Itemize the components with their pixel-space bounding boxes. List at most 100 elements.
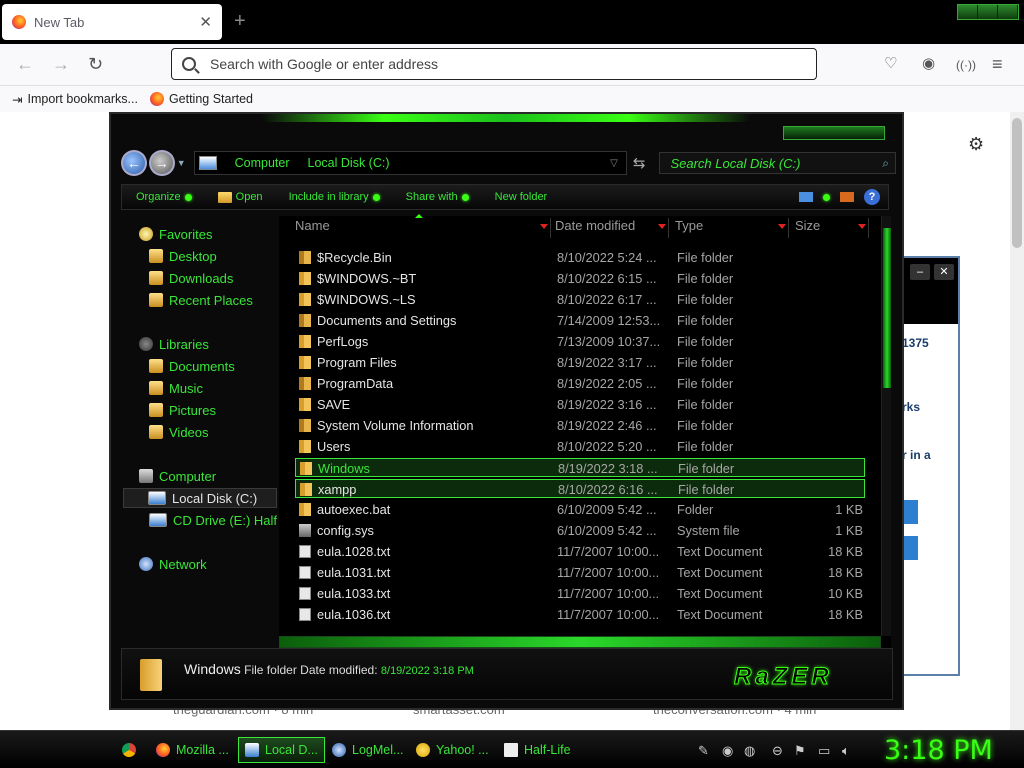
background-window-button[interactable] (902, 536, 918, 560)
taskbar-item-yahoo[interactable]: Yahoo! ... (410, 737, 495, 763)
breadcrumb-computer[interactable]: Computer (235, 156, 290, 170)
column-size[interactable]: Size (781, 218, 869, 238)
pocket-icon[interactable]: ♡ (884, 54, 897, 72)
account-icon[interactable]: ◉ (922, 54, 935, 72)
clock[interactable]: 3:18 PM (884, 735, 993, 766)
table-row[interactable]: ProgramData 8/19/2022 2:05 ... File folder (295, 374, 865, 393)
forward-arrow-icon[interactable]: → (52, 54, 70, 75)
nav-local-disk[interactable]: Local Disk (C:) (123, 488, 277, 508)
forward-arrow-icon[interactable]: → (148, 150, 175, 176)
table-row[interactable]: eula.1033.txt 11/7/2007 10:00... Text Docu… (295, 584, 865, 603)
nav-videos[interactable]: Videos (149, 422, 209, 442)
horizontal-scrollbar[interactable] (279, 636, 881, 648)
chrome-taskbar-button[interactable] (116, 737, 142, 763)
menu-icon[interactable]: ≡ (992, 54, 1003, 75)
refresh-icon[interactable]: ⇆ (633, 154, 646, 172)
nav-pictures[interactable]: Pictures (149, 400, 216, 420)
file-date: 8/19/2022 3:18 ... (558, 461, 658, 476)
table-row[interactable]: Windows 8/19/2022 3:18 ... File folder (295, 458, 865, 477)
taskbar-item-mozilla[interactable]: Mozilla ... (150, 737, 235, 763)
dropdown-dot-icon[interactable] (823, 193, 830, 201)
reload-icon[interactable]: ↻ (88, 54, 103, 75)
tab-close-icon[interactable]: ✕ (199, 13, 212, 31)
table-row[interactable]: eula.1036.txt 11/7/2007 10:00... Text Docu… (295, 605, 865, 624)
background-window-button[interactable] (902, 500, 918, 524)
nav-libraries[interactable]: Libraries (139, 334, 209, 354)
search-icon[interactable]: ⌕ (882, 156, 889, 171)
breadcrumb-local-disk[interactable]: Local Disk (C:) (308, 156, 390, 170)
bookmark-import[interactable]: ⇥ Import bookmarks... (12, 92, 138, 107)
help-icon[interactable]: ? (864, 189, 880, 205)
extension-icon[interactable]: ((·)) (956, 58, 976, 72)
table-row[interactable]: eula.1031.txt 11/7/2007 10:00... Text Docu… (295, 563, 865, 582)
volume-icon[interactable]: 🔈︎ (842, 743, 850, 759)
chat-icon[interactable]: ⊖ (772, 743, 783, 759)
background-window[interactable]: – ✕ 1375 rks r in a (900, 256, 960, 676)
table-row[interactable]: autoexec.bat 6/10/2009 5:42 ... Folder 1 KB (295, 500, 865, 519)
nav-cd-drive[interactable]: CD Drive (E:) Half- (149, 510, 277, 530)
display-icon[interactable]: ▭ (818, 743, 830, 759)
nav-computer[interactable]: Computer (139, 466, 216, 486)
table-row[interactable]: xampp 8/10/2022 6:16 ... File folder (295, 479, 865, 498)
table-row[interactable]: $WINDOWS.~LS 8/10/2022 6:17 ... File folde… (295, 290, 865, 309)
address-bar[interactable]: Computer Local Disk (C:) ▽ (193, 151, 627, 175)
chevron-down-icon[interactable] (858, 224, 866, 229)
table-row[interactable]: System Volume Information 8/19/2022 2:46 … (295, 416, 865, 435)
taskbar-item-half-life[interactable]: Half-Life (498, 737, 577, 763)
column-type[interactable]: Type (661, 218, 789, 238)
flag-icon[interactable]: ⚑ (794, 743, 806, 759)
bookmark-getting-started[interactable]: Getting Started (149, 92, 253, 106)
url-bar[interactable]: Search with Google or enter address (171, 48, 817, 80)
table-row[interactable]: PerfLogs 7/13/2009 10:37... File folder (295, 332, 865, 351)
taskbar-item-local-disk[interactable]: Local D... (238, 737, 325, 763)
history-dropdown-icon[interactable]: ▼ (177, 158, 186, 168)
nav-network[interactable]: Network (139, 554, 207, 574)
include-in-library-button[interactable]: Include in library (275, 191, 392, 203)
star-icon (139, 227, 153, 241)
new-tab-button[interactable]: + (234, 10, 246, 33)
window-controls[interactable] (783, 126, 885, 140)
table-row[interactable]: Users 8/10/2022 5:20 ... File folder (295, 437, 865, 456)
preview-pane-icon[interactable] (840, 192, 854, 202)
table-row[interactable]: Program Files 8/19/2022 3:17 ... File fold… (295, 353, 865, 372)
nav-recent-places[interactable]: Recent Places (149, 290, 253, 310)
search-input[interactable]: Search Local Disk (C:) ⌕ (659, 152, 896, 174)
table-row[interactable]: config.sys 6/10/2009 5:42 ... System file 1… (295, 521, 865, 540)
new-folder-button[interactable]: New folder (481, 191, 560, 203)
table-row[interactable]: $WINDOWS.~BT 8/10/2022 6:15 ... File folde… (295, 269, 865, 288)
window-controls[interactable] (957, 4, 1019, 20)
table-row[interactable]: $Recycle.Bin 8/10/2022 5:24 ... File folde… (295, 248, 865, 267)
chevron-down-icon[interactable]: ▽ (610, 158, 618, 169)
share-with-button[interactable]: Share with (392, 191, 481, 203)
table-row[interactable]: eula.1028.txt 11/7/2007 10:00... Text Docu… (295, 542, 865, 561)
network-tray-icon[interactable]: ◍ (744, 743, 755, 759)
gear-icon[interactable]: ⚙ (968, 134, 984, 155)
pen-icon[interactable]: ✎ (698, 743, 709, 759)
page-scrollbar-thumb[interactable] (1012, 118, 1022, 248)
nav-desktop[interactable]: Desktop (149, 246, 217, 266)
command-bar: Organize Open Include in library Share w… (121, 184, 889, 210)
tab-new-tab[interactable]: New Tab ✕ (2, 4, 222, 40)
file-name: Documents and Settings (317, 313, 457, 328)
column-name[interactable]: Name (279, 218, 551, 238)
column-date-modified[interactable]: Date modified (541, 218, 669, 238)
explorer-window[interactable]: ← → ▼ Computer Local Disk (C:) ▽ ⇆ Searc… (109, 112, 904, 710)
table-row[interactable]: SAVE 8/19/2022 3:16 ... File folder (295, 395, 865, 414)
organize-button[interactable]: Organize (122, 191, 204, 203)
back-arrow-icon[interactable]: ← (16, 54, 34, 75)
taskbar-item-logmein[interactable]: LogMel... (326, 737, 409, 763)
close-icon[interactable]: ✕ (934, 264, 954, 280)
nav-documents[interactable]: Documents (149, 356, 235, 376)
back-arrow-icon[interactable]: ← (121, 150, 147, 176)
file-name: $WINDOWS.~LS (317, 292, 416, 307)
view-options-icon[interactable] (799, 192, 813, 202)
table-row[interactable]: Documents and Settings 7/14/2009 12:53...… (295, 311, 865, 330)
nav-favorites[interactable]: Favorites (139, 224, 212, 244)
nav-music[interactable]: Music (149, 378, 203, 398)
nav-downloads[interactable]: Downloads (149, 268, 233, 288)
column-label: Type (675, 218, 704, 233)
logmein-tray-icon[interactable]: ◉ (722, 743, 733, 759)
vertical-scrollbar-thumb[interactable] (883, 228, 891, 388)
minimize-icon[interactable]: – (910, 264, 930, 280)
open-button[interactable]: Open (204, 191, 275, 203)
